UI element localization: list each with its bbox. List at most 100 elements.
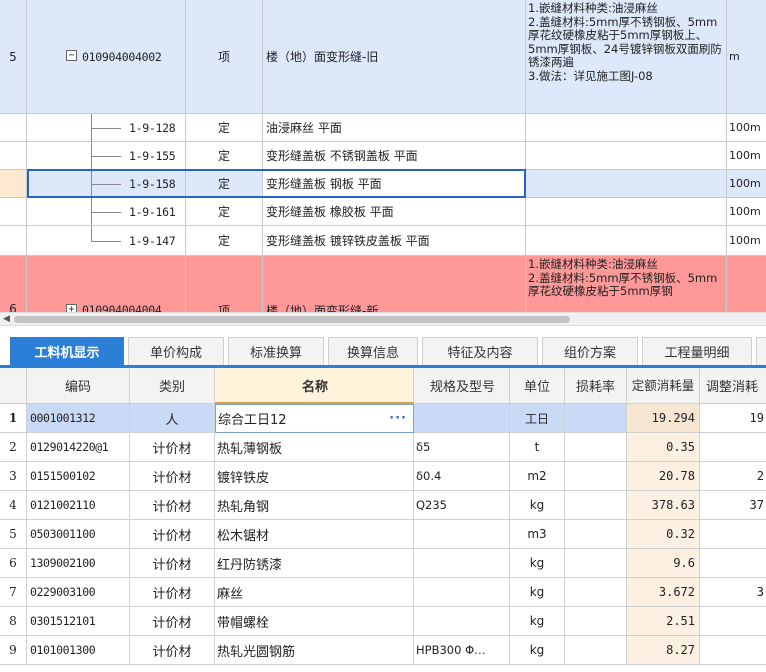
resource-category[interactable]: 计价材 xyxy=(130,607,215,636)
resource-code[interactable]: 0151500102 xyxy=(27,462,130,491)
header-unit[interactable]: 单位 xyxy=(510,368,565,404)
resource-loss-rate[interactable] xyxy=(565,462,627,491)
quota-code-cell[interactable]: 1-9-155 xyxy=(27,142,186,170)
resource-adjusted-qty[interactable] xyxy=(700,549,766,578)
resource-loss-rate[interactable] xyxy=(565,607,627,636)
table-row[interactable]: 2 0129014220@1 计价材 热轧薄钢板 δ5 t 0.35 xyxy=(0,433,766,462)
resource-adjusted-qty[interactable] xyxy=(700,607,766,636)
resource-quota-qty[interactable]: 378.63 xyxy=(627,491,700,520)
resource-name[interactable]: 热轧薄钢板 xyxy=(215,433,414,462)
table-row[interactable]: 3 0151500102 计价材 镀锌铁皮 δ0.4 m2 20.78 2 xyxy=(0,462,766,491)
resource-name[interactable]: 麻丝 xyxy=(215,578,414,607)
resource-loss-rate[interactable] xyxy=(565,636,627,665)
resource-name-editor[interactable]: 综合工日12 ··· xyxy=(215,404,414,433)
resource-quota-qty[interactable]: 2.51 xyxy=(627,607,700,636)
header-adjusted-quantity[interactable]: 调整消耗 xyxy=(700,368,766,404)
resource-spec[interactable] xyxy=(414,549,510,578)
resource-code[interactable]: 0001001312 xyxy=(27,404,130,433)
resource-loss-rate[interactable] xyxy=(565,433,627,462)
resource-spec[interactable] xyxy=(414,520,510,549)
table-row[interactable]: 4 0121002110 计价材 热轧角钢 Q235 kg 378.63 37 xyxy=(0,491,766,520)
scrollbar-thumb[interactable] xyxy=(14,316,570,323)
horizontal-scrollbar[interactable]: ◀ xyxy=(0,312,766,326)
table-row[interactable]: 5 − 010904004002 项 楼（地）面变形缝-旧 1.嵌缝材料种类:油… xyxy=(0,0,766,114)
quota-code-cell[interactable]: 1-9-147 xyxy=(27,226,186,256)
table-row[interactable]: 5 0503001100 计价材 松木锯材 m3 0.32 xyxy=(0,520,766,549)
resource-unit[interactable]: kg xyxy=(510,491,565,520)
quota-code-cell[interactable]: 1-9-128 xyxy=(27,114,186,142)
resource-unit[interactable]: kg xyxy=(510,549,565,578)
resource-category[interactable]: 计价材 xyxy=(130,549,215,578)
table-row[interactable]: 8 0301512101 计价材 带帽螺栓 kg 2.51 xyxy=(0,607,766,636)
resource-loss-rate[interactable] xyxy=(565,549,627,578)
item-features[interactable]: 1.嵌缝材料种类:油浸麻丝 2.盖缝材料:5mm厚不锈钢板、5mm厚花纹硬橡皮粘… xyxy=(526,256,727,312)
resource-spec[interactable]: Q235 xyxy=(414,491,510,520)
quota-name[interactable]: 油浸麻丝 平面 xyxy=(263,114,526,142)
resource-quota-qty[interactable]: 9.6 xyxy=(627,549,700,578)
tab-unit-price-composition[interactable]: 单价构成 xyxy=(128,337,224,365)
resource-category[interactable]: 计价材 xyxy=(130,636,215,665)
resource-loss-rate[interactable] xyxy=(565,404,627,433)
table-row-selected[interactable]: 1 0001001312 人 综合工日12 ··· 工日 19.294 19 xyxy=(0,404,766,433)
resource-adjusted-qty[interactable]: 2 xyxy=(700,462,766,491)
tab-standard-conversion[interactable]: 标准换算 xyxy=(228,337,324,365)
resource-adjusted-qty[interactable] xyxy=(700,433,766,462)
resource-code[interactable]: 0301512101 xyxy=(27,607,130,636)
resource-quota-qty[interactable]: 0.32 xyxy=(627,520,700,549)
quota-features[interactable] xyxy=(526,170,727,198)
resource-name[interactable]: 红丹防锈漆 xyxy=(215,549,414,578)
resource-unit[interactable]: kg xyxy=(510,607,565,636)
resource-code[interactable]: 1309002100 xyxy=(27,549,130,578)
resource-category[interactable]: 计价材 xyxy=(130,462,215,491)
quota-code-cell[interactable]: 1-9-158 xyxy=(27,170,186,198)
resource-code[interactable]: 0129014220@1 xyxy=(27,433,130,462)
quota-name[interactable]: 变形缝盖板 镀锌铁皮盖板 平面 xyxy=(263,226,526,256)
tab-resource-display[interactable]: 工料机显示 xyxy=(10,337,124,365)
resource-loss-rate[interactable] xyxy=(565,520,627,549)
header-name[interactable]: 名称 xyxy=(215,368,414,404)
table-row[interactable]: 6 1309002100 计价材 红丹防锈漆 kg 9.6 xyxy=(0,549,766,578)
resource-category[interactable]: 人 xyxy=(130,404,215,433)
resource-code[interactable]: 0101001300 xyxy=(27,636,130,665)
resource-unit[interactable]: kg xyxy=(510,578,565,607)
table-row[interactable]: 9 0101001300 计价材 热轧光圆钢筋 HPB300 Φ… kg 8.2… xyxy=(0,636,766,665)
resource-unit[interactable]: kg xyxy=(510,636,565,665)
header-loss-rate[interactable]: 损耗率 xyxy=(565,368,627,404)
resource-name[interactable]: 带帽螺栓 xyxy=(215,607,414,636)
resource-adjusted-qty[interactable] xyxy=(700,520,766,549)
resource-spec[interactable] xyxy=(414,404,510,433)
resource-quota-qty[interactable]: 3.672 xyxy=(627,578,700,607)
header-spec[interactable]: 规格及型号 xyxy=(414,368,510,404)
quota-name[interactable]: 变形缝盖板 不锈钢盖板 平面 xyxy=(263,142,526,170)
resource-adjusted-qty[interactable]: 37 xyxy=(700,491,766,520)
item-name[interactable]: 楼（地）面变形缝-新 xyxy=(263,256,526,312)
quota-code-cell[interactable]: 1-9-161 xyxy=(27,198,186,226)
ellipsis-button[interactable]: ··· xyxy=(389,411,407,426)
quota-name[interactable]: 变形缝盖板 橡胶板 平面 xyxy=(263,198,526,226)
tab-pricing-scheme[interactable]: 组价方案 xyxy=(542,337,638,365)
table-row[interactable]: 1-9-128 定 油浸麻丝 平面 100m xyxy=(0,114,766,142)
table-row[interactable]: 6 + 010904004004 项 楼（地）面变形缝-新 1.嵌缝材料种类:油… xyxy=(0,256,766,312)
resource-loss-rate[interactable] xyxy=(565,578,627,607)
header-category[interactable]: 类别 xyxy=(130,368,215,404)
tab-quantity-detail[interactable]: 工程量明细 xyxy=(642,337,752,365)
resource-spec[interactable]: δ0.4 xyxy=(414,462,510,491)
resource-quota-qty[interactable]: 19.294 xyxy=(627,404,700,433)
resource-name[interactable]: 热轧光圆钢筋 xyxy=(215,636,414,665)
resource-unit[interactable]: t xyxy=(510,433,565,462)
resource-adjusted-qty[interactable] xyxy=(700,636,766,665)
header-code[interactable]: 编码 xyxy=(27,368,130,404)
resource-name[interactable]: 热轧角钢 xyxy=(215,491,414,520)
resource-name[interactable]: 镀锌铁皮 xyxy=(215,462,414,491)
resource-unit[interactable]: m2 xyxy=(510,462,565,491)
resource-category[interactable]: 计价材 xyxy=(130,491,215,520)
resource-quota-qty[interactable]: 8.27 xyxy=(627,636,700,665)
quota-features[interactable] xyxy=(526,198,727,226)
resource-quota-qty[interactable]: 0.35 xyxy=(627,433,700,462)
resource-code[interactable]: 0121002110 xyxy=(27,491,130,520)
resource-spec[interactable]: δ5 xyxy=(414,433,510,462)
item-name[interactable]: 楼（地）面变形缝-旧 xyxy=(263,0,526,114)
resource-spec[interactable] xyxy=(414,578,510,607)
table-row-selected[interactable]: 1-9-158 定 变形缝盖板 钢板 平面 100m xyxy=(0,170,766,198)
resource-loss-rate[interactable] xyxy=(565,491,627,520)
